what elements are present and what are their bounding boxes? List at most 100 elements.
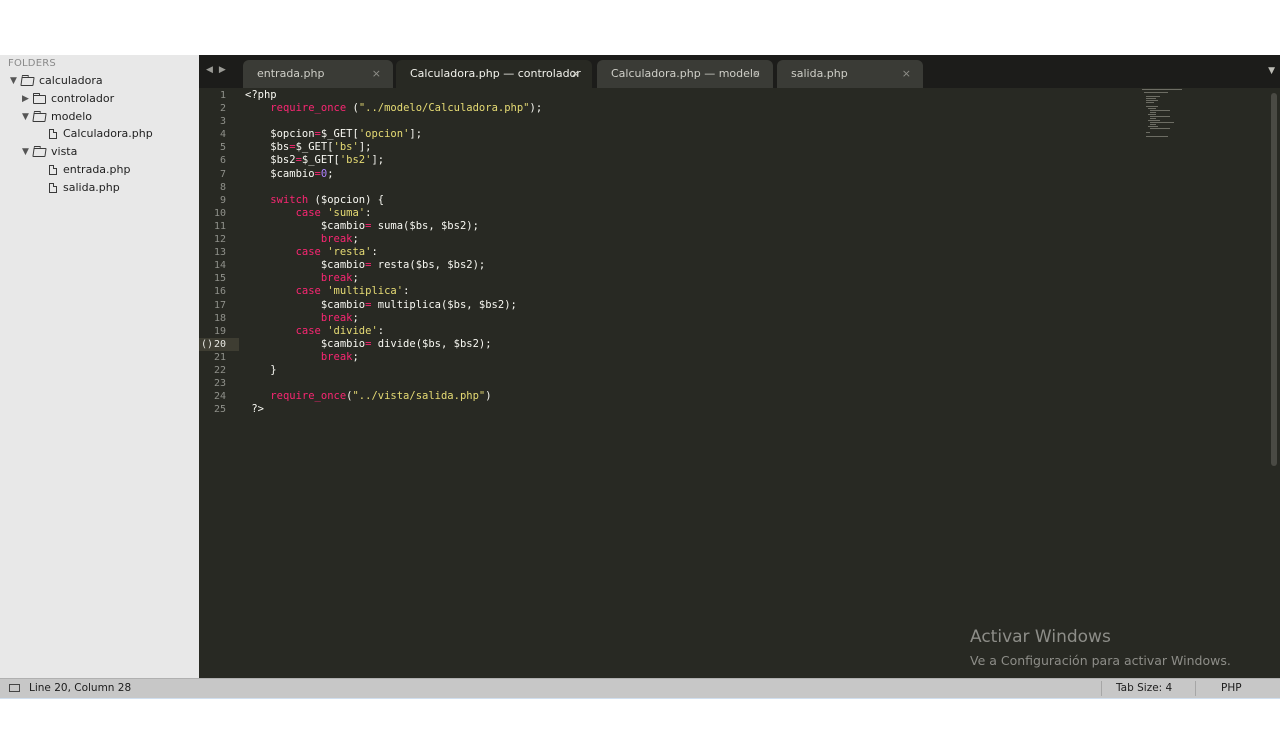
tree-folder-vista[interactable]: ▼ vista bbox=[20, 143, 77, 161]
tab-2[interactable]: Calculadora.php — controlador × bbox=[396, 60, 592, 88]
line-number: 17 bbox=[213, 299, 226, 311]
code-line[interactable]: $bs2=$_GET['bs2']; bbox=[245, 154, 1135, 167]
line-number: 3 bbox=[219, 116, 226, 128]
code-area[interactable]: <?php require_once ("../modelo/Calculado… bbox=[245, 89, 1135, 416]
code-line[interactable]: case 'divide': bbox=[245, 325, 1135, 338]
tree-file-Calculadora-php[interactable]: Calculadora.php bbox=[47, 125, 153, 143]
line-number: 16 bbox=[213, 286, 226, 298]
line-number: 22 bbox=[213, 364, 226, 376]
code-line[interactable]: require_once("../vista/salida.php") bbox=[245, 390, 1135, 403]
expanded-arrow-icon[interactable]: ▼ bbox=[8, 72, 19, 90]
watermark-title: Activar Windows bbox=[970, 627, 1111, 647]
tab-bar: ◀ ▶ entrada.php × Calculadora.php — contro… bbox=[199, 55, 1280, 88]
back-arrow-icon[interactable]: ◀ bbox=[206, 65, 213, 75]
code-line[interactable]: $cambio=0; bbox=[245, 168, 1135, 181]
code-line[interactable]: break; bbox=[245, 233, 1135, 246]
code-line[interactable]: $cambio= suma($bs, $bs2); bbox=[245, 220, 1135, 233]
line-number: 18 bbox=[213, 312, 226, 324]
file-icon bbox=[49, 165, 57, 175]
console-toggle-icon[interactable] bbox=[9, 684, 20, 692]
code-line[interactable]: break; bbox=[245, 312, 1135, 325]
tab-label: salida.php bbox=[791, 67, 848, 80]
close-icon[interactable]: × bbox=[902, 60, 911, 88]
code-line[interactable]: case 'suma': bbox=[245, 207, 1135, 220]
code-line[interactable]: $cambio= divide($bs, $bs2); bbox=[245, 338, 1135, 351]
minimap[interactable] bbox=[1142, 89, 1188, 139]
tree-file-entrada-php[interactable]: entrada.php bbox=[47, 161, 130, 179]
line-number: 14 bbox=[213, 260, 226, 272]
line-number: 2 bbox=[219, 103, 226, 115]
line-number: 12 bbox=[213, 234, 226, 246]
code-line[interactable]: case 'multiplica': bbox=[245, 285, 1135, 298]
code-line[interactable]: } bbox=[245, 364, 1135, 377]
line-number: 5 bbox=[219, 142, 226, 154]
sidebar: FOLDERS ▼ calculadora ▶ controlador ▼ modelo C… bbox=[0, 55, 200, 678]
code-line[interactable]: $cambio= multiplica($bs, $bs2); bbox=[245, 299, 1135, 312]
code-line[interactable]: require_once ("../modelo/Calculadora.php… bbox=[245, 102, 1135, 115]
cursor-position: Line 20, Column 28 bbox=[29, 682, 132, 694]
tree-folder-calculadora[interactable]: ▼ calculadora bbox=[8, 72, 103, 90]
code-line[interactable]: $opcion=$_GET['opcion']; bbox=[245, 128, 1135, 141]
line-number: 25 bbox=[213, 404, 226, 416]
folder-open-icon bbox=[32, 112, 47, 122]
folder-icon bbox=[33, 92, 46, 104]
expanded-arrow-icon[interactable]: ▼ bbox=[20, 143, 31, 161]
tree-file-salida-php[interactable]: salida.php bbox=[47, 179, 120, 197]
taskbar-edge bbox=[0, 698, 1280, 699]
syntax-selector[interactable]: PHP bbox=[1221, 679, 1242, 698]
tab-dropdown-icon[interactable]: ▼ bbox=[1268, 66, 1275, 76]
line-number: 7 bbox=[219, 168, 226, 180]
line-number: 6 bbox=[219, 155, 226, 167]
tree-item-label: salida.php bbox=[63, 181, 120, 194]
tab-navigation: ◀ ▶ bbox=[206, 65, 226, 75]
forward-arrow-icon[interactable]: ▶ bbox=[219, 65, 226, 75]
windows-activation-watermark: Activar Windows Ve a Configuración para … bbox=[970, 627, 1231, 668]
code-line[interactable] bbox=[245, 181, 1135, 194]
sublime-text-window: FOLDERS ▼ calculadora ▶ controlador ▼ modelo C… bbox=[0, 55, 1280, 699]
file-icon bbox=[49, 183, 57, 193]
collapsed-arrow-icon[interactable]: ▶ bbox=[20, 90, 31, 108]
tab-label: entrada.php bbox=[257, 67, 325, 80]
line-number: 9 bbox=[219, 194, 226, 206]
code-line[interactable]: $cambio= resta($bs, $bs2); bbox=[245, 259, 1135, 272]
watermark-subtitle: Ve a Configuración para activar Windows. bbox=[970, 653, 1231, 668]
code-line[interactable]: $bs=$_GET['bs']; bbox=[245, 141, 1135, 154]
tree-item-label: Calculadora.php bbox=[63, 127, 153, 140]
code-line[interactable]: break; bbox=[245, 272, 1135, 285]
bracket-marker-icon: () bbox=[201, 338, 214, 350]
code-line[interactable]: <?php bbox=[245, 89, 1135, 102]
tab-size-selector[interactable]: Tab Size: 4 bbox=[1116, 679, 1172, 698]
close-icon[interactable]: × bbox=[571, 60, 580, 88]
code-line[interactable]: break; bbox=[245, 351, 1135, 364]
tab-4[interactable]: salida.php × bbox=[777, 60, 923, 88]
status-divider bbox=[1101, 681, 1102, 696]
line-number: 23 bbox=[213, 378, 226, 390]
file-icon bbox=[49, 129, 57, 139]
tree-folder-modelo[interactable]: ▼ modelo bbox=[20, 108, 92, 126]
code-line[interactable]: switch ($opcion) { bbox=[245, 194, 1135, 207]
code-line[interactable]: case 'resta': bbox=[245, 246, 1135, 259]
close-icon[interactable]: × bbox=[372, 60, 381, 88]
line-number: 20() bbox=[199, 337, 239, 351]
expanded-arrow-icon[interactable]: ▼ bbox=[20, 108, 31, 126]
line-number: 19 bbox=[213, 325, 226, 337]
line-number: 1 bbox=[219, 90, 226, 101]
code-line[interactable]: ?> bbox=[245, 403, 1135, 416]
close-icon[interactable]: × bbox=[752, 60, 761, 88]
line-number: 10 bbox=[213, 207, 226, 219]
tab-1[interactable]: entrada.php × bbox=[243, 60, 393, 88]
status-bar: Line 20, Column 28 Tab Size: 4 PHP bbox=[0, 678, 1280, 698]
folder-open-icon bbox=[20, 76, 35, 86]
line-number-gutter: 1 2 3 4 5 6 7 8 9 10 11 12 13 14 15 16 17 18 19 20() 21 22 23 2… bbox=[199, 89, 239, 416]
tab-3[interactable]: Calculadora.php — modelo × bbox=[597, 60, 773, 88]
tree-item-label: calculadora bbox=[39, 74, 103, 87]
line-number: 8 bbox=[219, 181, 226, 193]
vertical-scrollbar[interactable] bbox=[1271, 93, 1277, 466]
tab-label: Calculadora.php — controlador bbox=[410, 67, 581, 80]
line-number: 15 bbox=[213, 273, 226, 285]
tree-item-label: modelo bbox=[51, 110, 92, 123]
code-line[interactable] bbox=[245, 377, 1135, 390]
editor-pane: ◀ ▶ entrada.php × Calculadora.php — contro… bbox=[199, 55, 1280, 678]
tree-folder-controlador[interactable]: ▶ controlador bbox=[20, 90, 114, 108]
code-line[interactable] bbox=[245, 115, 1135, 128]
